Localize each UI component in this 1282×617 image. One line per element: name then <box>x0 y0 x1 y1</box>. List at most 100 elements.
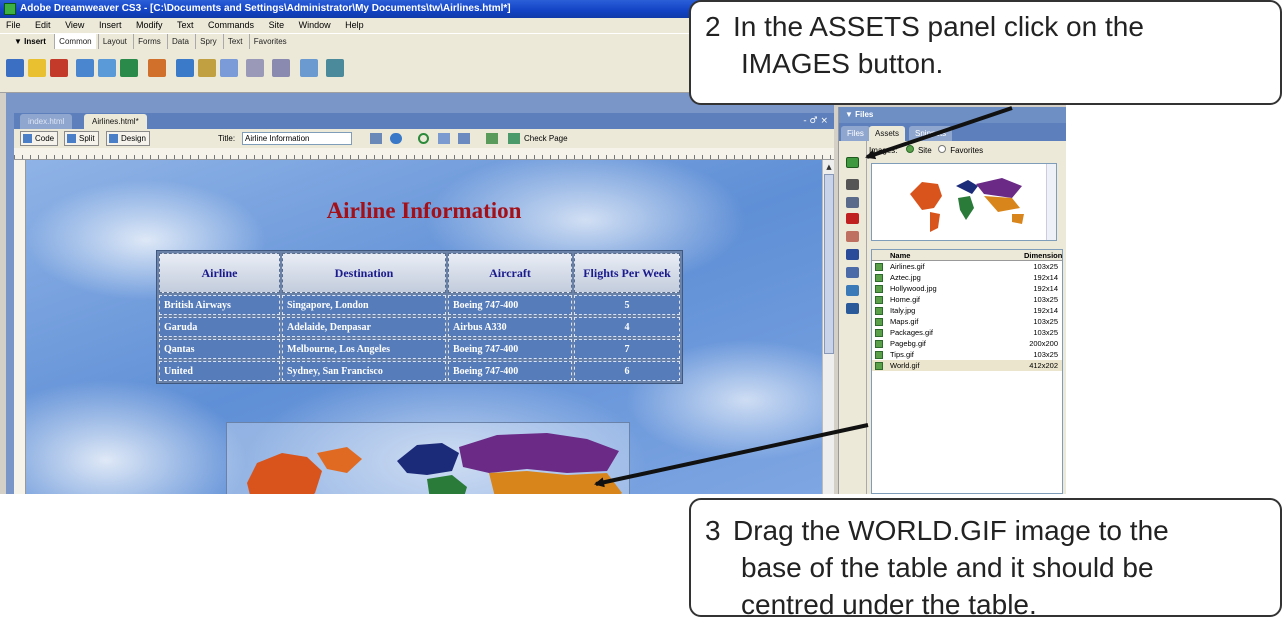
templates-asset-icon[interactable] <box>846 285 859 296</box>
asset-row[interactable]: Tips.gif 103x25 <box>872 349 1062 360</box>
site-radio-icon[interactable] <box>905 145 914 153</box>
date-icon[interactable] <box>176 59 194 77</box>
tag-chooser-icon[interactable] <box>326 59 344 77</box>
column-dimensions[interactable]: Dimensions <box>1024 250 1062 261</box>
head-icon[interactable] <box>246 59 264 77</box>
preview-scrollbar[interactable] <box>1046 164 1056 240</box>
preview-in-browser-icon[interactable] <box>390 133 402 144</box>
header-aircraft[interactable]: Aircraft <box>448 253 572 293</box>
hyperlink-icon[interactable] <box>6 59 24 77</box>
menu-help[interactable]: Help <box>339 18 370 33</box>
menu-commands[interactable]: Commands <box>202 18 260 33</box>
asset-row[interactable]: Maps.gif 103x25 <box>872 316 1062 327</box>
view-options-icon[interactable] <box>438 133 450 144</box>
table-cell[interactable]: Adelaide, Denpasar <box>282 317 446 337</box>
table-cell[interactable]: British Airways <box>159 295 280 315</box>
files-panel-header[interactable]: ▼ Files <box>839 107 1066 123</box>
column-name[interactable]: Name <box>890 250 910 261</box>
code-view-button[interactable]: Code <box>20 131 59 146</box>
asset-row-world-gif[interactable]: World.gif 412x202 <box>872 360 1062 371</box>
header-flights-per-week[interactable]: Flights Per Week <box>574 253 680 293</box>
menu-insert[interactable]: Insert <box>93 18 128 33</box>
movies-icon[interactable] <box>846 249 859 260</box>
insert-tab-favorites[interactable]: Favorites <box>248 34 291 49</box>
scripts-icon[interactable] <box>846 267 859 278</box>
templates-icon[interactable] <box>300 59 318 77</box>
scroll-up-icon[interactable]: ▲ <box>824 161 834 173</box>
table-cell[interactable]: 6 <box>574 361 680 381</box>
validate-markup-icon[interactable] <box>486 133 498 144</box>
tab-snippets[interactable]: Snippets <box>909 126 953 141</box>
table-cell[interactable]: 4 <box>574 317 680 337</box>
insert-tab-spry[interactable]: Spry <box>195 34 220 49</box>
asset-row[interactable]: Packages.gif 103x25 <box>872 327 1062 338</box>
asset-row[interactable]: Pagebg.gif 200x200 <box>872 338 1062 349</box>
asset-row[interactable]: Hollywood.jpg 192x14 <box>872 283 1062 294</box>
table-cell[interactable]: Melbourne, Los Angeles <box>282 339 446 359</box>
scope-site-label[interactable]: Site <box>918 146 932 155</box>
design-view[interactable]: Airline Information Airline Destination … <box>26 160 822 494</box>
email-link-icon[interactable] <box>28 59 46 77</box>
table-cell[interactable]: 5 <box>574 295 680 315</box>
favorites-radio-icon[interactable] <box>937 145 946 153</box>
insert-tab-common[interactable]: Common <box>54 34 96 49</box>
asset-row[interactable]: Home.gif 103x25 <box>872 294 1062 305</box>
split-view-button[interactable]: Split <box>64 131 99 146</box>
insert-tab-data[interactable]: Data <box>167 34 193 49</box>
page-title-input[interactable]: Airline Information <box>242 132 352 145</box>
server-side-include-icon[interactable] <box>198 59 216 77</box>
table-cell[interactable]: Garuda <box>159 317 280 337</box>
refresh-icon[interactable] <box>418 133 429 144</box>
table-cell[interactable]: Boeing 747-400 <box>448 339 572 359</box>
menu-edit[interactable]: Edit <box>29 18 57 33</box>
document-window-controls[interactable]: - ♂ × <box>803 113 828 129</box>
airline-table[interactable]: Airline Destination Aircraft Flights Per… <box>156 250 683 384</box>
table-cell[interactable]: United <box>159 361 280 381</box>
document-tab-index[interactable]: index.html <box>20 114 73 129</box>
scope-favorites-label[interactable]: Favorites <box>950 146 983 155</box>
comment-icon[interactable] <box>220 59 238 77</box>
world-map-image[interactable] <box>226 422 630 494</box>
image-icon[interactable] <box>120 59 138 77</box>
div-icon[interactable] <box>98 59 116 77</box>
menu-modify[interactable]: Modify <box>130 18 169 33</box>
colors-icon[interactable] <box>846 179 859 190</box>
header-airline[interactable]: Airline <box>159 253 280 293</box>
menu-text[interactable]: Text <box>171 18 200 33</box>
table-cell[interactable]: Airbus A330 <box>448 317 572 337</box>
asset-row[interactable]: Italy.jpg 192x14 <box>872 305 1062 316</box>
browser-compat-icon[interactable] <box>370 133 382 144</box>
asset-row[interactable]: Airlines.gif 103x25 <box>872 261 1062 272</box>
design-view-button[interactable]: Design <box>106 131 150 146</box>
scrollbar-thumb[interactable] <box>824 174 834 354</box>
table-cell[interactable]: Boeing 747-400 <box>448 361 572 381</box>
table-icon[interactable] <box>76 59 94 77</box>
menu-view[interactable]: View <box>59 18 90 33</box>
table-cell[interactable]: Boeing 747-400 <box>448 295 572 315</box>
script-icon[interactable] <box>272 59 290 77</box>
menu-site[interactable]: Site <box>263 18 291 33</box>
tab-files[interactable]: Files <box>841 126 870 141</box>
insert-tab-layout[interactable]: Layout <box>97 34 131 49</box>
table-cell[interactable]: Sydney, San Francisco <box>282 361 446 381</box>
media-icon[interactable] <box>148 59 166 77</box>
flash-icon[interactable] <box>846 213 859 224</box>
insert-tab-forms[interactable]: Forms <box>133 34 165 49</box>
menu-file[interactable]: File <box>0 18 27 33</box>
insert-bar-label[interactable]: ▼ Insert <box>14 37 46 46</box>
asset-row[interactable]: Aztec.jpg 192x14 <box>872 272 1062 283</box>
images-button-icon[interactable] <box>846 157 859 168</box>
urls-icon[interactable] <box>846 197 859 208</box>
header-destination[interactable]: Destination <box>282 253 446 293</box>
tab-assets[interactable]: Assets <box>869 126 906 141</box>
menu-window[interactable]: Window <box>293 18 337 33</box>
document-tab-airlines[interactable]: Airlines.html* <box>84 114 147 129</box>
table-cell[interactable]: Singapore, London <box>282 295 446 315</box>
shockwave-icon[interactable] <box>846 231 859 242</box>
design-view-scrollbar[interactable]: ▲ <box>822 160 834 494</box>
library-icon[interactable] <box>846 303 859 314</box>
insert-tab-text[interactable]: Text <box>222 34 247 49</box>
named-anchor-icon[interactable] <box>50 59 68 77</box>
visual-aids-icon[interactable] <box>458 133 470 144</box>
check-page-button[interactable]: Check Page <box>524 129 568 148</box>
